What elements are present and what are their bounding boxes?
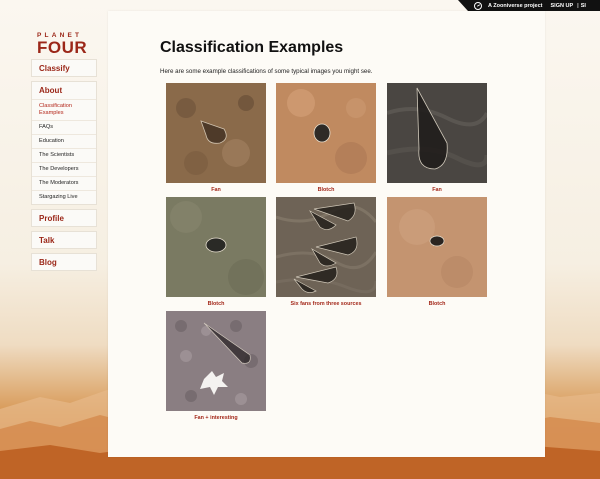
example-tile[interactable]: Blotch xyxy=(276,83,376,193)
nav-sub-faqs[interactable]: FAQs xyxy=(32,121,96,135)
logo-line-four: FOUR xyxy=(37,38,88,57)
example-image-blotch[interactable] xyxy=(387,197,487,297)
zooniverse-topbar: A Zooniverse project SIGN UP | SI xyxy=(458,0,600,11)
sign-up-link[interactable]: SIGN UP xyxy=(551,3,574,9)
zooniverse-link[interactable]: A Zooniverse project xyxy=(488,3,543,9)
example-image-fan[interactable] xyxy=(387,83,487,183)
nav-sub-the-moderators[interactable]: The Moderators xyxy=(32,177,96,191)
nav-sub-education[interactable]: Education xyxy=(32,135,96,149)
example-image-blotch[interactable] xyxy=(276,83,376,183)
page-title: Classification Examples xyxy=(160,39,344,56)
nav-sub-classification-examples[interactable]: Classification Examples xyxy=(32,100,96,121)
sign-in-link[interactable]: SI xyxy=(581,3,586,9)
nav-classify[interactable]: Classify xyxy=(31,59,97,77)
nav-sub-the-scientists[interactable]: The Scientists xyxy=(32,149,96,163)
zooniverse-logo-icon[interactable] xyxy=(474,1,482,10)
sidebar: PLANET FOUR Classify About Classificatio… xyxy=(31,30,97,275)
example-image-fan-interesting[interactable] xyxy=(166,311,266,411)
example-caption: Blotch xyxy=(207,301,225,307)
topbar-separator: | xyxy=(577,2,579,9)
nav-about-section: About Classification Examples FAQs Educa… xyxy=(31,81,97,205)
nav-profile[interactable]: Profile xyxy=(31,209,97,227)
example-caption: Fan xyxy=(432,187,442,193)
example-tile[interactable]: Fan xyxy=(387,83,487,193)
example-tile[interactable]: Fan xyxy=(166,83,266,193)
example-caption: Blotch xyxy=(428,301,446,307)
example-tile[interactable]: Blotch xyxy=(166,197,266,307)
example-image-six-fans[interactable] xyxy=(276,197,376,297)
nav-sub-stargazing-live[interactable]: Stargazing Live xyxy=(32,191,96,204)
nav-blog[interactable]: Blog xyxy=(31,253,97,271)
example-tile[interactable]: Six fans from three sources xyxy=(276,197,376,307)
nav-about[interactable]: About xyxy=(32,82,96,100)
main-panel: Classification Examples Here are some ex… xyxy=(108,11,545,457)
example-image-fan[interactable] xyxy=(166,83,266,183)
example-tile[interactable]: Fan + interesting xyxy=(166,311,266,421)
example-caption: Fan xyxy=(211,187,221,193)
nav-sub-the-developers[interactable]: The Developers xyxy=(32,163,96,177)
example-caption: Fan + interesting xyxy=(194,415,238,421)
planet-four-logo[interactable]: PLANET FOUR xyxy=(31,30,97,59)
example-tile[interactable]: Blotch xyxy=(387,197,487,307)
nav-talk[interactable]: Talk xyxy=(31,231,97,249)
example-caption: Six fans from three sources xyxy=(290,301,362,307)
intro-text: Here are some example classifications of… xyxy=(160,68,373,75)
example-image-blotch[interactable] xyxy=(166,197,266,297)
example-caption: Blotch xyxy=(317,187,335,193)
